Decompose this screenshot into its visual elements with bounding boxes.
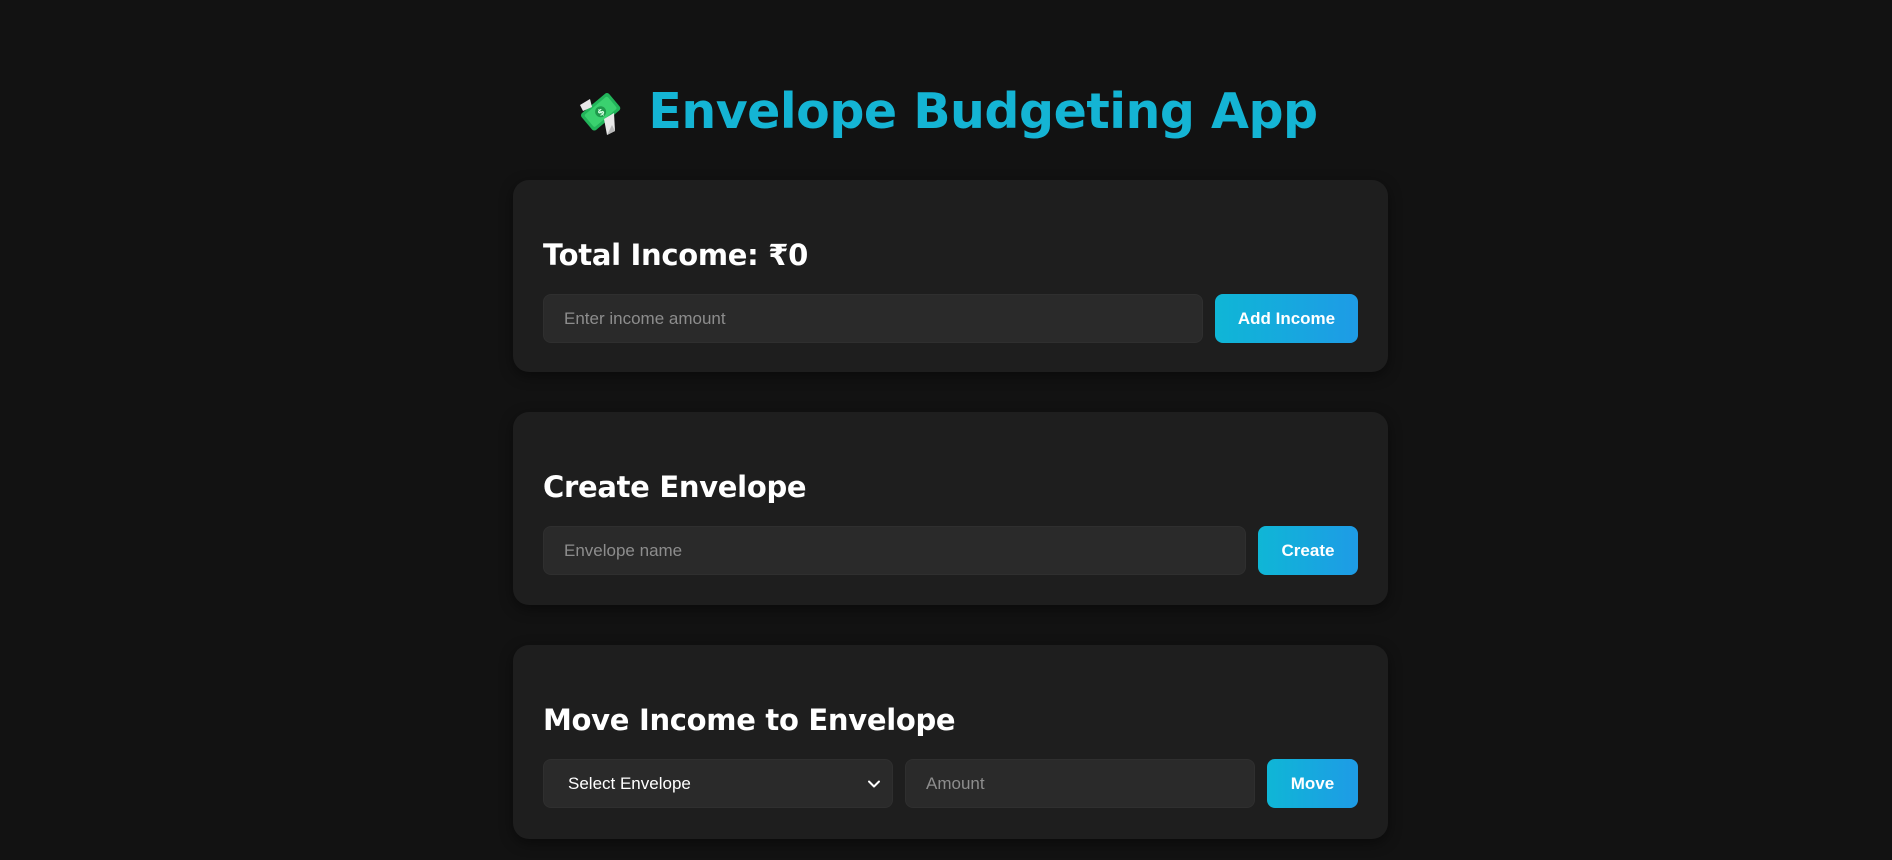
income-form-row: Add Income — [543, 294, 1358, 343]
move-button[interactable]: Move — [1267, 759, 1358, 808]
envelope-select[interactable]: Select Envelope — [543, 759, 893, 808]
app-header: $ Envelope Budgeting App — [0, 78, 1892, 144]
income-card: Total Income: ₹0 Add Income — [513, 180, 1388, 372]
create-envelope-button[interactable]: Create — [1258, 526, 1358, 575]
move-income-form-row: Select Envelope Move — [543, 759, 1358, 808]
income-amount-input[interactable] — [543, 294, 1203, 343]
create-envelope-form-row: Create — [543, 526, 1358, 575]
create-envelope-heading: Create Envelope — [543, 470, 807, 504]
money-with-wings-icon: $ — [580, 92, 621, 135]
create-envelope-card: Create Envelope Create — [513, 412, 1388, 605]
move-income-heading: Move Income to Envelope — [543, 703, 956, 737]
move-amount-input[interactable] — [905, 759, 1255, 808]
move-income-card: Move Income to Envelope Select Envelope … — [513, 645, 1388, 839]
add-income-button[interactable]: Add Income — [1215, 294, 1358, 343]
envelope-name-input[interactable] — [543, 526, 1246, 575]
envelope-select-value: Select Envelope — [568, 773, 691, 793]
total-income-heading: Total Income: ₹0 — [543, 238, 809, 272]
app-title: Envelope Budgeting App — [648, 82, 1318, 140]
chevron-down-icon — [868, 780, 880, 788]
